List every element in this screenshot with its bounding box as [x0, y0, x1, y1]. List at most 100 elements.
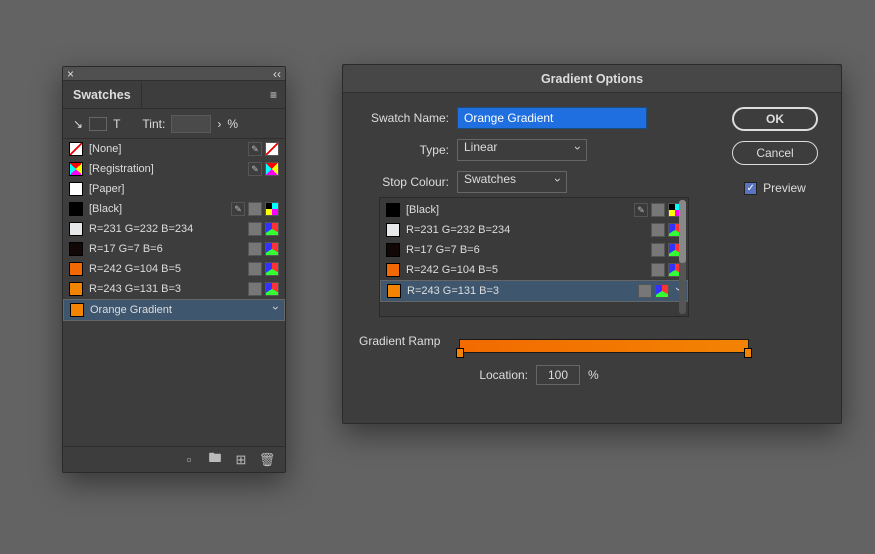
stop-list-item[interactable]: R=243 G=131 B=3	[380, 280, 688, 302]
process-icon	[248, 262, 262, 276]
tint-input[interactable]	[171, 115, 211, 133]
rgb-icon	[655, 284, 669, 298]
gradient-ramp-label: Gradient Ramp	[359, 334, 440, 348]
stop-list-item[interactable]: [Black] ✎	[380, 200, 688, 220]
rgb-icon	[265, 262, 279, 276]
trash-icon[interactable]: 🗑	[259, 452, 275, 468]
swatch-row[interactable]: [Black] ✎	[63, 199, 285, 219]
process-icon	[248, 282, 262, 296]
tab-swatches[interactable]: Swatches	[63, 82, 142, 108]
process-icon	[248, 202, 262, 216]
swatch-label: [Black]	[89, 203, 225, 215]
swatch-label: [Paper]	[89, 183, 273, 195]
swatch-label: R=243 G=131 B=3	[407, 285, 632, 297]
swatch-thumb	[69, 262, 83, 276]
registration-icon	[265, 162, 279, 176]
non-editable-icon: ✎	[248, 162, 262, 176]
swatch-name-input[interactable]	[457, 107, 647, 129]
tint-step-icon[interactable]: ›	[217, 117, 221, 131]
new-swatch-icon[interactable]: ⊞	[233, 452, 249, 468]
process-icon	[248, 242, 262, 256]
swatch-thumb	[386, 223, 400, 237]
swatch-label: R=242 G=104 B=5	[89, 263, 242, 275]
noformat-icon[interactable]	[89, 117, 107, 131]
swatch-thumb	[69, 162, 83, 176]
swatch-row[interactable]: R=17 G=7 B=6	[63, 239, 285, 259]
swatch-thumb	[69, 182, 83, 196]
process-icon	[248, 222, 262, 236]
swatch-row[interactable]: [Paper]	[63, 179, 285, 199]
tint-row: ↘ T Tint: › %	[63, 109, 285, 139]
non-editable-icon: ✎	[248, 142, 262, 156]
gradient-options-dialog: Gradient Options Swatch Name: Type: Line…	[342, 64, 842, 424]
swatch-label: [Registration]	[89, 163, 242, 175]
location-input[interactable]	[536, 365, 580, 385]
swatch-label: R=243 G=131 B=3	[89, 283, 242, 295]
stop-colour-list: [Black] ✎ R=231 G=232 B=234 R=17 G=7 B=6 R=2…	[379, 197, 689, 317]
swatch-label: Orange Gradient	[90, 304, 260, 316]
swatch-list: [None] ✎ [Registration] ✎ [Paper] [Black] ✎ R=2…	[63, 139, 285, 446]
swatch-thumb	[69, 142, 83, 156]
none-icon	[265, 142, 279, 156]
swatch-row[interactable]: R=231 G=232 B=234	[63, 219, 285, 239]
swatch-label: [Black]	[406, 204, 628, 216]
tint-unit: %	[227, 117, 238, 131]
close-icon[interactable]: ×	[67, 67, 74, 81]
rgb-icon	[265, 282, 279, 296]
stop-colour-label: Stop Colour:	[359, 175, 449, 189]
swatch-thumb	[69, 282, 83, 296]
non-editable-icon: ✎	[231, 202, 245, 216]
stop-list-item[interactable]: R=17 G=7 B=6	[380, 240, 688, 260]
swatch-thumb	[387, 284, 401, 298]
swatches-panel: × ‹‹ Swatches ≡ ↘ T Tint: › % [None]✎[Re…	[62, 66, 286, 473]
gradient-stop-right[interactable]	[744, 348, 752, 358]
swatch-thumb	[69, 202, 83, 216]
process-icon	[651, 203, 665, 217]
collapse-icon[interactable]: ‹‹	[273, 67, 281, 81]
panel-drag-handle[interactable]: × ‹‹	[63, 67, 285, 81]
swatch-name-label: Swatch Name:	[359, 111, 449, 125]
swatch-label: R=231 G=232 B=234	[89, 223, 242, 235]
swatch-row[interactable]: [None] ✎	[63, 139, 285, 159]
swatch-label: R=17 G=7 B=6	[89, 243, 242, 255]
gradient-ramp[interactable]	[459, 339, 749, 353]
preview-checkbox[interactable]: ✓ Preview	[744, 181, 806, 195]
swatch-label: R=231 G=232 B=234	[406, 224, 645, 236]
panel-tabs: Swatches ≡	[63, 81, 285, 109]
swatch-row[interactable]: R=242 G=104 B=5	[63, 259, 285, 279]
stop-list-item[interactable]: R=242 G=104 B=5	[380, 260, 688, 280]
panel-footer: ▫ 🖿 ⊞ 🗑	[63, 446, 285, 472]
swatch-row[interactable]: [Registration] ✎	[63, 159, 285, 179]
swatch-view-icon[interactable]: ▫	[181, 452, 197, 468]
check-icon: ✓	[744, 182, 757, 195]
swatch-row[interactable]: Orange Gradient	[63, 299, 285, 321]
location-label: Location:	[479, 368, 528, 382]
stop-colour-select[interactable]: Swatches	[457, 171, 567, 193]
scrollbar[interactable]	[679, 200, 686, 314]
type-label: Type:	[359, 143, 449, 157]
process-icon	[651, 243, 665, 257]
location-unit: %	[588, 368, 599, 382]
tint-label: Tint:	[142, 117, 165, 131]
swatch-thumb	[386, 203, 400, 217]
cancel-button[interactable]: Cancel	[732, 141, 818, 165]
swatch-thumb	[69, 242, 83, 256]
swatch-thumb	[386, 243, 400, 257]
gradient-stop-left[interactable]	[456, 348, 464, 358]
swatch-thumb	[386, 263, 400, 277]
folder-icon[interactable]: 🖿	[207, 452, 223, 468]
panel-menu-icon[interactable]: ≡	[262, 88, 285, 102]
stop-list-item[interactable]: R=231 G=232 B=234	[380, 220, 688, 240]
ok-button[interactable]: OK	[732, 107, 818, 131]
type-select[interactable]: Linear	[457, 139, 587, 161]
process-icon	[651, 263, 665, 277]
non-editable-icon: ✎	[634, 203, 648, 217]
swatch-label: [None]	[89, 143, 242, 155]
process-icon	[638, 284, 652, 298]
swatch-label: R=242 G=104 B=5	[406, 264, 645, 276]
text-format-icon[interactable]: T	[113, 117, 120, 131]
eyedropper-icon[interactable]: ↘	[73, 117, 83, 131]
process-icon	[651, 223, 665, 237]
swatch-row[interactable]: R=243 G=131 B=3	[63, 279, 285, 299]
swatch-thumb	[69, 222, 83, 236]
